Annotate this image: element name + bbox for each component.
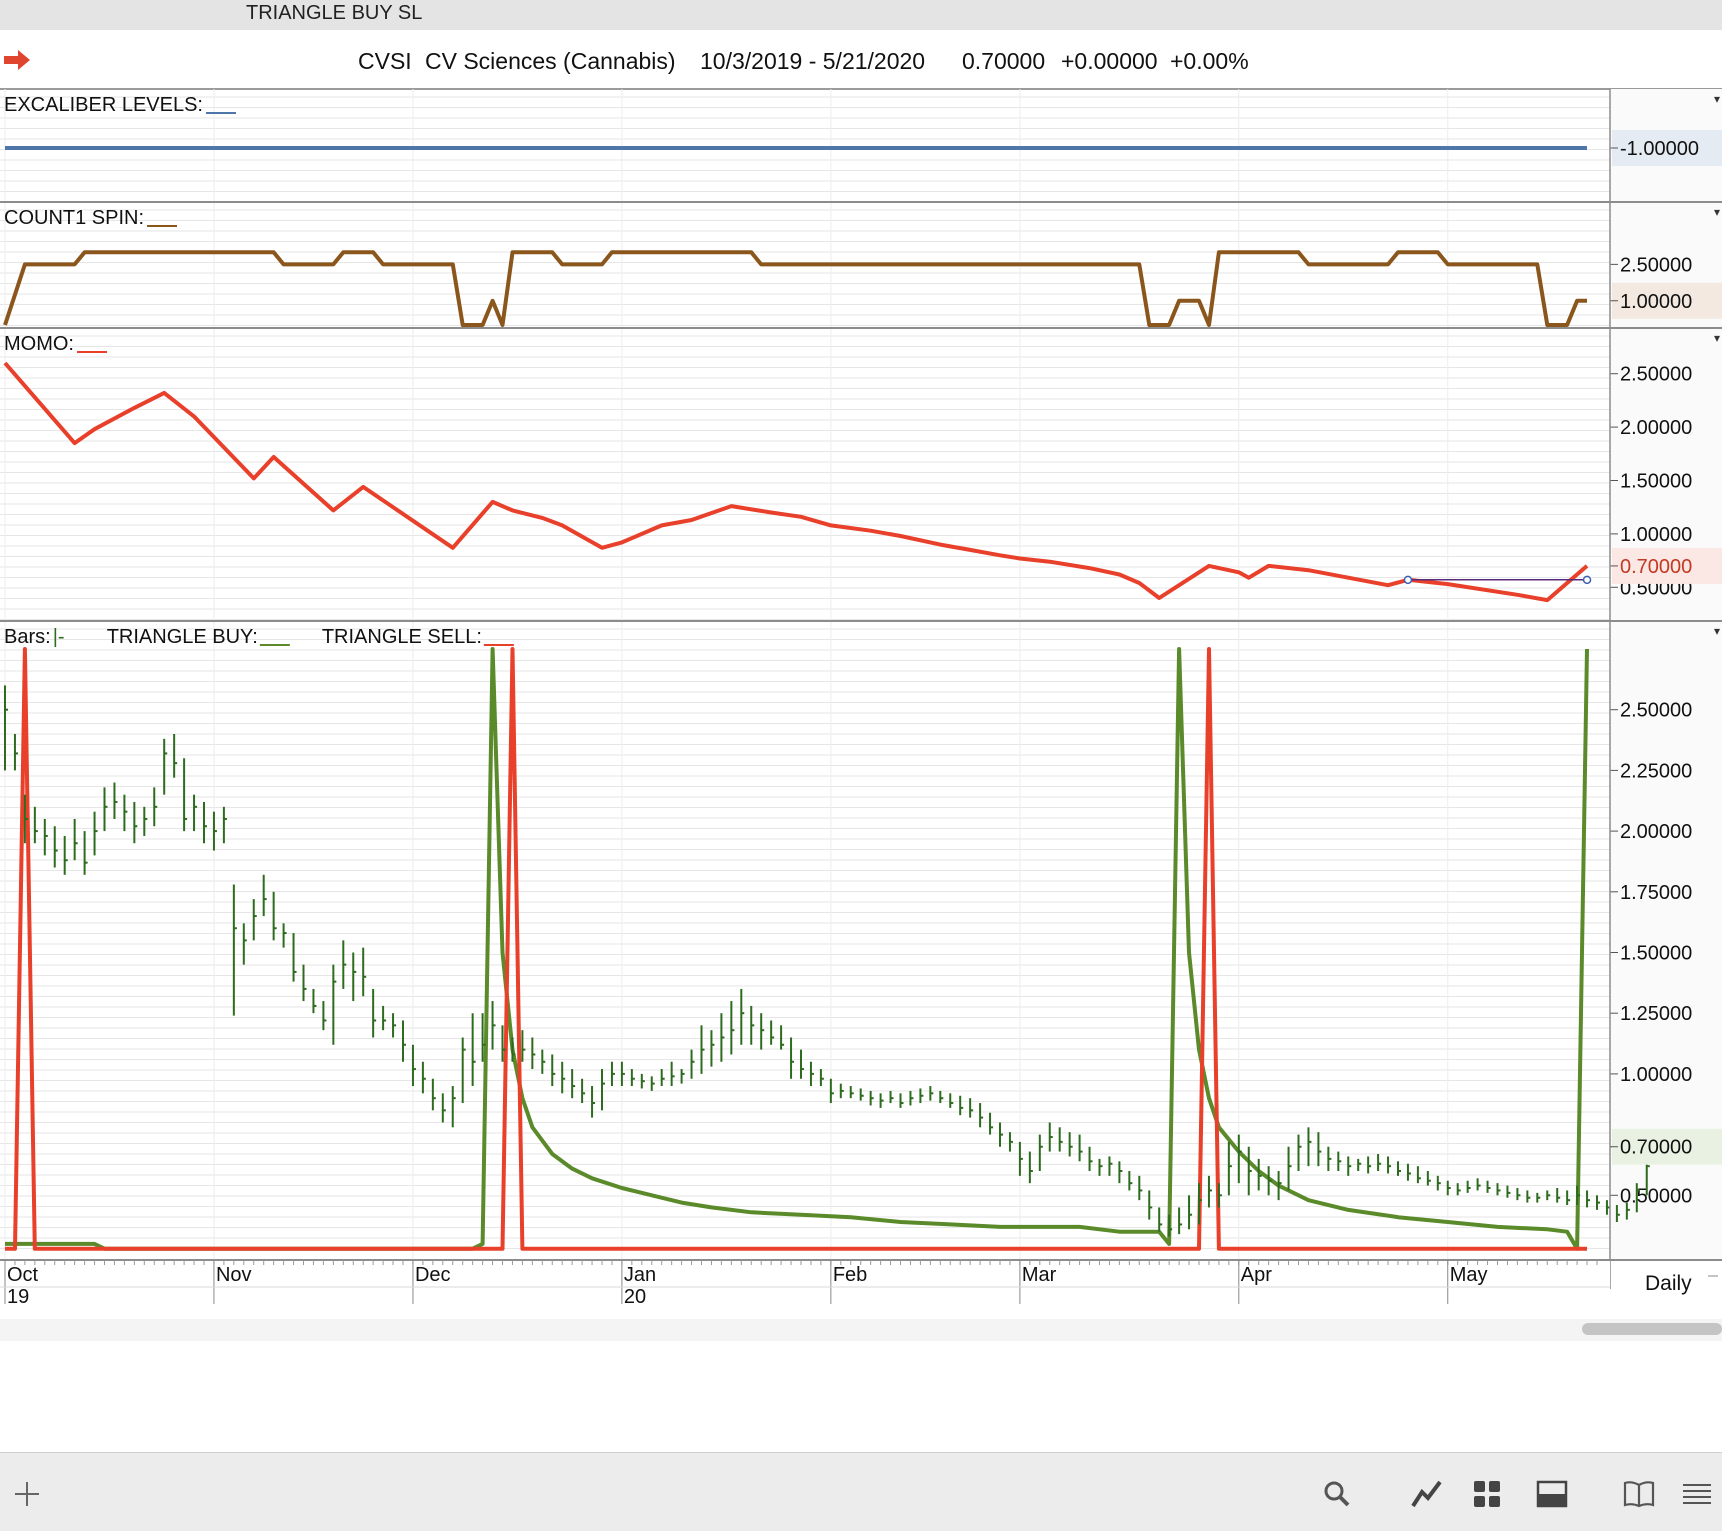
panel-icon[interactable] xyxy=(1535,1477,1569,1511)
time-axis-month-label: Jan xyxy=(624,1264,656,1286)
bottom-toolbar xyxy=(0,1452,1722,1531)
count1-spin-chevron-down-icon[interactable]: ▾ xyxy=(1714,205,1720,219)
line-chart-icon[interactable] xyxy=(1410,1477,1444,1511)
momo-last-value: 0.70000 xyxy=(1620,556,1692,578)
price-chevron-down-icon[interactable]: ▾ xyxy=(1714,624,1720,638)
time-axis-month-label: Nov xyxy=(216,1264,252,1286)
date-range: 10/3/2019 - 5/21/2020 xyxy=(700,48,926,74)
price-tick-label: 1.75000 xyxy=(1620,882,1692,904)
price-change-pct: +0.00% xyxy=(1170,48,1249,74)
price-last-value: 0.70000 xyxy=(1620,1137,1692,1159)
time-axis-month-label: Dec xyxy=(415,1264,451,1286)
count1-spin-tick-label: 2.50000 xyxy=(1620,254,1692,276)
legend-triangle-buy: TRIANGLE BUY: xyxy=(107,626,258,648)
momo-tick-label: 1.00000 xyxy=(1620,524,1692,546)
horizontal-scrollbar-thumb[interactable] xyxy=(1582,1323,1722,1335)
time-axis-month-label: Feb xyxy=(833,1264,867,1286)
excaliber-chevron-down-icon[interactable]: ▾ xyxy=(1714,92,1720,106)
bars-legend-marker: |- xyxy=(53,626,65,648)
book-icon[interactable] xyxy=(1622,1477,1656,1511)
price-title: Bars: xyxy=(4,626,51,648)
price-tick-label: 2.00000 xyxy=(1620,821,1692,843)
price-tick-label: 2.50000 xyxy=(1620,700,1692,722)
price-tick-label: 2.25000 xyxy=(1620,760,1692,782)
excaliber-title: EXCALIBER LEVELS: xyxy=(4,94,203,116)
momo-tick-label: 1.50000 xyxy=(1620,471,1692,493)
plus-icon[interactable] xyxy=(10,1477,44,1511)
chart-canvas[interactable]: EXCALIBER LEVELS: -1.00000 ▾ 2.50000 COUNT1 … xyxy=(0,89,1722,1452)
momo-level-handle[interactable] xyxy=(1582,575,1592,585)
price-tick-label: 0.50000 xyxy=(1620,1185,1692,1207)
price-series-triangle-buy xyxy=(5,647,1589,1251)
window-titlebar: TRIANGLE BUY SL xyxy=(0,0,1722,31)
symbol: CVSI xyxy=(358,48,412,74)
grid-icon[interactable] xyxy=(1470,1477,1504,1511)
momo-chevron-down-icon[interactable]: ▾ xyxy=(1714,331,1720,345)
count1-spin-series-count1-spin xyxy=(3,250,1587,327)
window-title: TRIANGLE BUY SL xyxy=(246,2,423,24)
time-axis-month-label: May xyxy=(1450,1264,1488,1286)
menu-icon[interactable] xyxy=(1680,1477,1714,1511)
time-axis-year-label: 20 xyxy=(624,1286,646,1308)
price-tick-label: 1.50000 xyxy=(1620,943,1692,965)
momo-level-handle[interactable] xyxy=(1403,575,1413,585)
horizontal-scrollbar-track xyxy=(0,1319,1722,1341)
period-label[interactable]: Daily xyxy=(1645,1272,1692,1295)
momo-title: MOMO: xyxy=(4,333,74,355)
arrow-right-icon[interactable] xyxy=(4,50,32,70)
price-series-triangle-sell xyxy=(5,647,1587,1251)
excaliber-last-value: -1.00000 xyxy=(1620,138,1699,160)
count1-spin-title: COUNT1 SPIN: xyxy=(4,207,144,229)
momo-tick-label: 2.00000 xyxy=(1620,417,1692,439)
momo-tick-label: 2.50000 xyxy=(1620,364,1692,386)
time-axis-month-label: Apr xyxy=(1241,1264,1272,1286)
legend-triangle-sell: TRIANGLE SELL: xyxy=(322,626,482,648)
last-price: 0.70000 xyxy=(962,48,1046,74)
time-axis-month-label: Oct xyxy=(7,1264,39,1286)
quote-header: CVSI CV Sciences (Cannabis) 10/3/2019 - … xyxy=(0,30,1722,90)
time-axis-month-label: Mar xyxy=(1022,1264,1057,1286)
price-tick-label: 1.25000 xyxy=(1620,1003,1692,1025)
price-change: +0.00000 xyxy=(1061,48,1158,74)
search-icon[interactable] xyxy=(1320,1477,1354,1511)
company-name: CV Sciences (Cannabis) xyxy=(425,48,676,74)
price-tick-label: 1.00000 xyxy=(1620,1064,1692,1086)
time-axis-year-label: 19 xyxy=(7,1286,29,1308)
count1-spin-last-value: 1.00000 xyxy=(1620,291,1692,313)
